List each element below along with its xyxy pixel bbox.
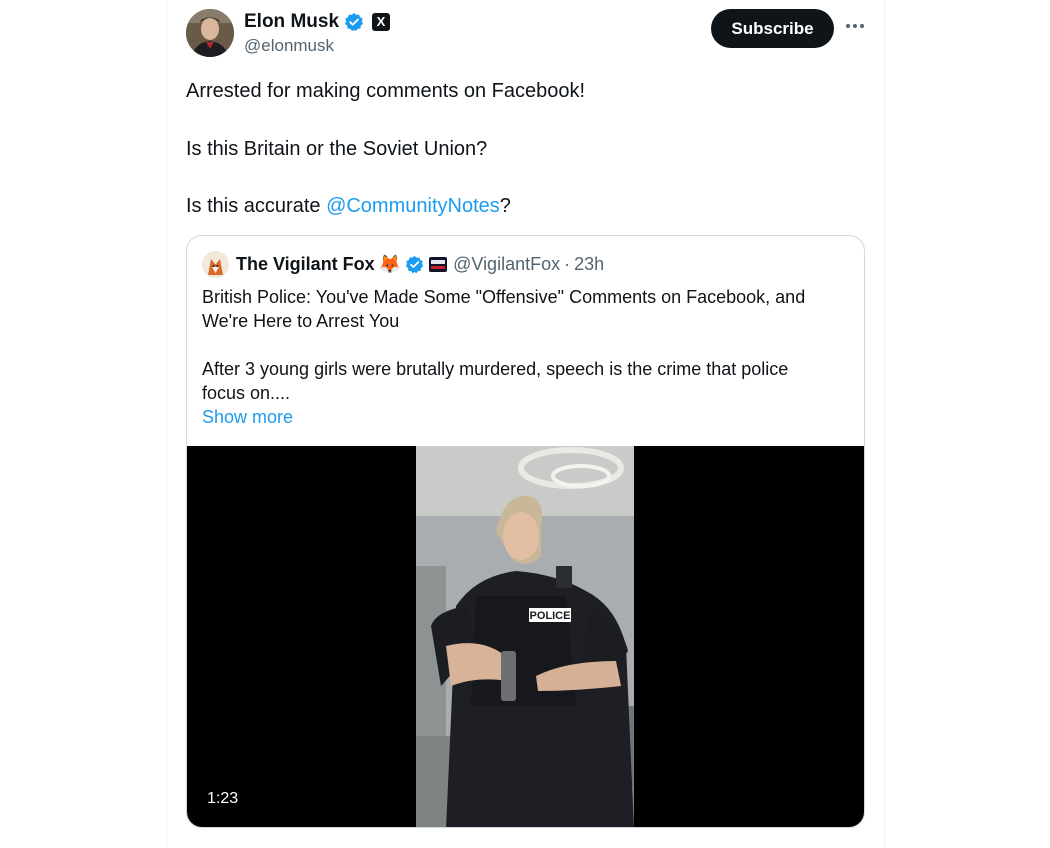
verified-badge-icon (344, 12, 364, 32)
quoted-text-line-2: We're Here to Arrest You (202, 311, 400, 331)
quoted-tweet-header: The Vigilant Fox 🦊 @VigilantFox · 23h (202, 250, 604, 278)
tweet-text-line-1: Arrested for making comments on Facebook… (186, 80, 586, 102)
quoted-text-line-1: British Police: You've Made Some "Offens… (202, 287, 806, 307)
subscribe-button[interactable]: Subscribe (711, 9, 834, 48)
author-name[interactable]: Elon Musk (244, 10, 339, 34)
video-player[interactable]: POLICE 1:23 (187, 446, 864, 827)
affiliation-logo-icon[interactable] (429, 256, 448, 272)
quoted-author-avatar[interactable] (202, 250, 229, 278)
more-icon[interactable] (843, 14, 867, 38)
fox-emoji: 🦊 (378, 253, 402, 274)
quoted-tweet-card[interactable]: The Vigilant Fox 🦊 @VigilantFox · 23h Br… (186, 235, 865, 828)
dot-separator: · (564, 253, 571, 274)
tweet-text-prefix: Is this accurate (186, 195, 327, 217)
tweet-text-line-2: Is this Britain or the Soviet Union? (186, 138, 488, 160)
verified-badge-icon (405, 255, 424, 273)
author-name-row[interactable]: Elon Musk X (244, 10, 391, 34)
show-more-link[interactable]: Show more (202, 405, 293, 429)
tweet-text-suffix: ? (499, 195, 511, 217)
tweet-text-line-3: Is this accurate @CommunityNotes? (186, 193, 511, 219)
quoted-author-handle[interactable]: @VigilantFox (453, 254, 560, 275)
quoted-author-name[interactable]: The Vigilant Fox (236, 254, 375, 275)
community-notes-mention-link[interactable]: @CommunityNotes (326, 195, 500, 217)
x-affiliation-badge-icon[interactable]: X (372, 13, 391, 31)
video-frame: POLICE (416, 446, 634, 827)
quoted-text-line-3: After 3 young girls were brutally murder… (202, 359, 789, 379)
quoted-text-line-4: focus on.... (202, 383, 291, 403)
police-vest-label: POLICE (530, 610, 571, 622)
author-handle[interactable]: @elonmusk (244, 36, 334, 56)
author-avatar[interactable] (186, 9, 234, 57)
video-duration: 1:23 (199, 788, 247, 810)
quoted-timestamp[interactable]: 23h (574, 254, 604, 275)
